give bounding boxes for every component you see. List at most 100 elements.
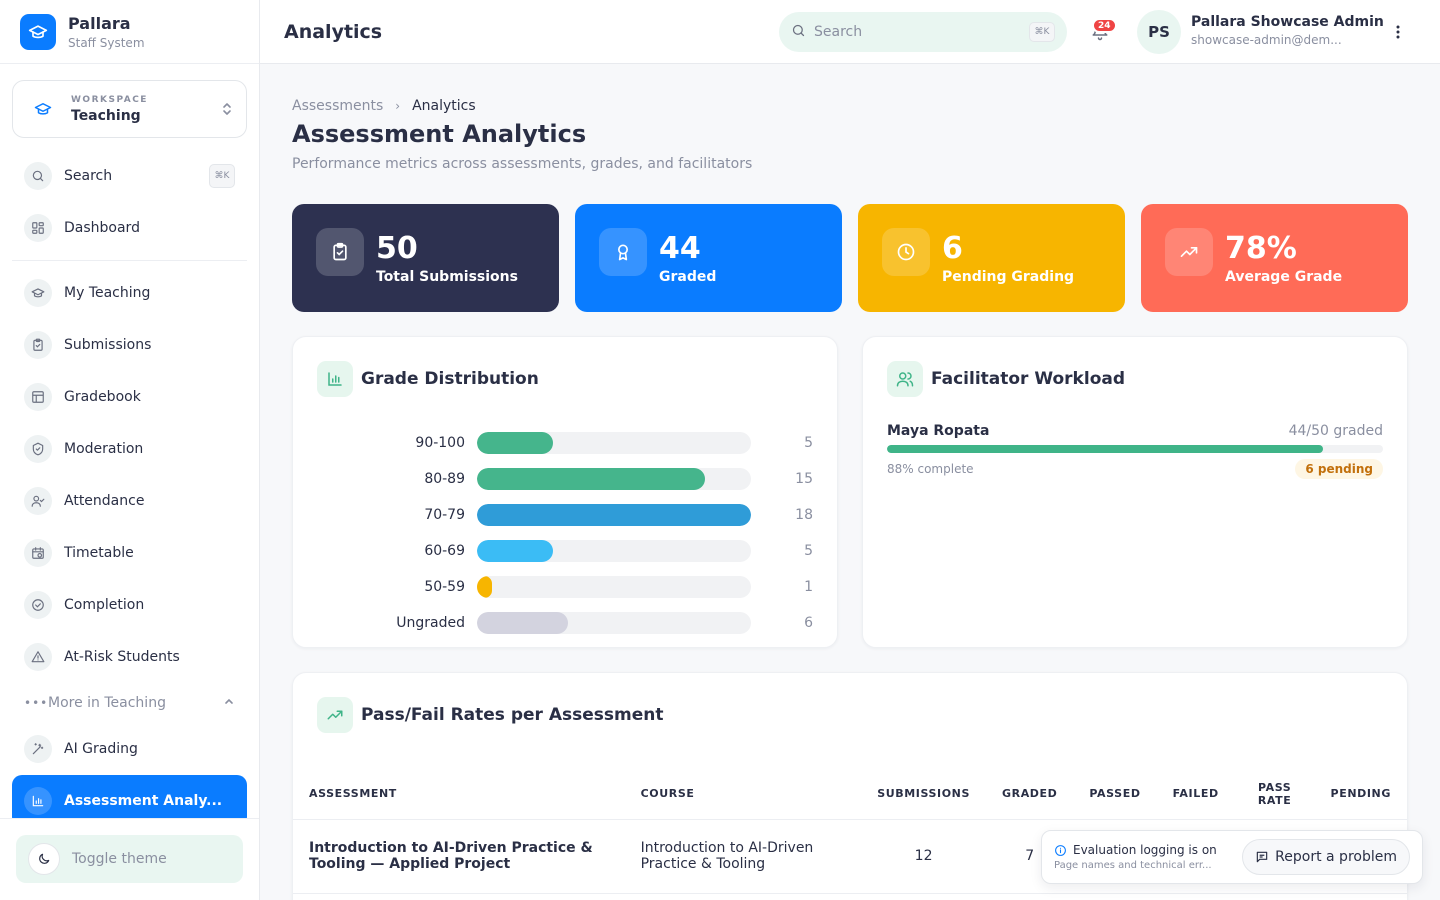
stat-card-total-submissions: 50 Total Submissions xyxy=(292,204,559,312)
sidebar-item-attendance[interactable]: Attendance xyxy=(12,475,247,527)
column-header[interactable]: FAILED xyxy=(1156,769,1235,820)
clock-icon xyxy=(882,228,930,276)
breadcrumb-link[interactable]: Assessments xyxy=(292,98,383,114)
info-icon xyxy=(1054,844,1067,857)
sidebar-item-timetable[interactable]: Timetable xyxy=(12,527,247,579)
chevron-up-down-icon xyxy=(220,101,234,117)
grade-bar xyxy=(477,612,569,634)
avatar[interactable]: PS xyxy=(1137,10,1181,54)
evaluation-logging-toast: Evaluation logging is on Page names and … xyxy=(1041,830,1423,884)
divider xyxy=(12,260,247,261)
toast-subtitle: Page names and technical err... xyxy=(1054,860,1212,871)
search-input[interactable] xyxy=(814,24,1014,40)
award-icon xyxy=(599,228,647,276)
grade-label: 80-89 xyxy=(424,471,465,487)
grade-bar xyxy=(477,432,554,454)
users-icon xyxy=(887,361,923,397)
stat-card-pending-grading: 6 Pending Grading xyxy=(858,204,1125,312)
stat-card-average-grade: 78% Average Grade xyxy=(1141,204,1408,312)
cell-assessment: Introduction to AI-Driven Practice & Too… xyxy=(293,819,625,894)
bar-chart-icon xyxy=(24,787,52,815)
user-info[interactable]: Pallara Showcase Admin showcase-admin@de… xyxy=(1191,14,1384,47)
column-header[interactable]: GRADED xyxy=(986,769,1074,820)
report-problem-button[interactable]: Report a problem xyxy=(1242,839,1410,875)
column-header[interactable]: COURSE xyxy=(624,769,862,820)
sidebar-item-completion[interactable]: Completion xyxy=(12,579,247,631)
grade-bar-track xyxy=(477,504,751,526)
shield-check-icon xyxy=(24,435,52,463)
chevron-right-icon: › xyxy=(395,99,401,113)
sidebar-item-submissions[interactable]: Submissions xyxy=(12,319,247,371)
grade-bar xyxy=(477,576,493,598)
breadcrumb: Assessments › Analytics xyxy=(292,98,1408,114)
sidebar-item-moderation[interactable]: Moderation xyxy=(12,423,247,475)
facilitator-percent: 88% complete xyxy=(887,462,974,476)
search-box[interactable]: ⌘K xyxy=(779,12,1067,52)
breadcrumb-current: Analytics xyxy=(412,98,476,114)
card-title: Facilitator Workload xyxy=(931,369,1126,389)
stat-label: Average Grade xyxy=(1225,269,1343,285)
facilitator-name: Maya Ropata xyxy=(887,423,990,439)
user-check-icon xyxy=(24,487,52,515)
stat-label: Total Submissions xyxy=(376,269,518,285)
sidebar-item-label: Completion xyxy=(64,597,145,613)
facilitator-progress-track xyxy=(887,445,1383,453)
workspace-switcher[interactable]: WORKSPACE Teaching xyxy=(12,80,247,138)
page-title: Assessment Analytics xyxy=(292,120,587,148)
sidebar-item-search[interactable]: Search ⌘K xyxy=(12,150,247,202)
column-header[interactable]: SUBMISSIONS xyxy=(861,769,986,820)
sidebar-item-at-risk-students[interactable]: At-Risk Students xyxy=(12,631,247,683)
grade-count: 5 xyxy=(804,435,813,451)
sidebar-item-ai-grading[interactable]: AI Grading xyxy=(12,723,247,775)
grade-label: Ungraded xyxy=(396,615,465,631)
stat-value: 78% xyxy=(1225,231,1297,266)
stat-value: 50 xyxy=(376,231,418,266)
more-in-teaching-toggle[interactable]: ••• More in Teaching xyxy=(12,683,247,723)
stat-label: Pending Grading xyxy=(942,269,1075,285)
cell-course: Introduction to AI-Driven Practice & Too… xyxy=(624,819,862,894)
top-bar: Analytics ⌘K 24 PS Pallara Showcase Admi… xyxy=(260,0,1440,64)
pending-badge: 6 pending xyxy=(1295,459,1383,479)
graduation-cap-icon xyxy=(20,13,56,50)
notification-badge: 24 xyxy=(1092,18,1117,33)
grade-row: 90-100 5 xyxy=(293,425,837,461)
grade-count: 18 xyxy=(795,507,813,523)
sidebar-item-label: Search xyxy=(64,168,113,184)
sidebar-item-gradebook[interactable]: Gradebook xyxy=(12,371,247,423)
stat-cards: 50 Total Submissions 44 Graded 6 Pending… xyxy=(292,204,1408,312)
more-vertical-icon[interactable] xyxy=(1388,22,1408,42)
sidebar-item-my-teaching[interactable]: My Teaching xyxy=(12,267,247,319)
toggle-theme-label: Toggle theme xyxy=(72,851,167,867)
report-problem-label: Report a problem xyxy=(1275,849,1397,865)
more-label: More in Teaching xyxy=(48,695,166,711)
grade-label: 70-79 xyxy=(424,507,465,523)
moon-icon xyxy=(28,843,60,875)
grade-distribution-card: Grade Distribution 90-100 5 80-89 15 70-79 18… xyxy=(292,336,838,648)
column-header[interactable]: PASS RATE xyxy=(1234,769,1315,820)
user-name: Pallara Showcase Admin xyxy=(1191,14,1384,30)
workspace-label: WORKSPACE xyxy=(71,94,148,105)
app-subtitle: Staff System xyxy=(68,35,145,50)
chevron-up-icon xyxy=(223,695,235,711)
workspace-value: Teaching xyxy=(71,107,141,124)
column-header[interactable]: PASSED xyxy=(1073,769,1157,820)
toast-title: Evaluation logging is on xyxy=(1073,843,1217,857)
sidebar-item-label: Moderation xyxy=(64,441,144,457)
column-header[interactable]: PENDING xyxy=(1314,769,1407,820)
shortcut-hint: ⌘K xyxy=(1029,22,1055,42)
grid-icon xyxy=(24,214,52,242)
grade-bar-track xyxy=(477,612,751,634)
toggle-theme-button[interactable]: Toggle theme xyxy=(16,835,243,883)
grade-count: 5 xyxy=(804,543,813,559)
sidebar: Pallara Staff System WORKSPACE Teaching … xyxy=(0,0,260,900)
header-title: Analytics xyxy=(284,20,383,43)
sidebar-nav: Search ⌘K Dashboard My Teaching Submissi… xyxy=(0,150,259,827)
grade-count: 15 xyxy=(795,471,813,487)
circle-check-icon xyxy=(24,591,52,619)
sidebar-item-label: My Teaching xyxy=(64,285,151,301)
cell-submissions: 12 xyxy=(861,819,986,894)
sidebar-item-dashboard[interactable]: Dashboard xyxy=(12,202,247,254)
message-icon xyxy=(1256,851,1268,863)
column-header[interactable]: ASSESSMENT xyxy=(293,769,625,820)
analytics-row: Grade Distribution 90-100 5 80-89 15 70-79 18… xyxy=(292,336,1408,648)
